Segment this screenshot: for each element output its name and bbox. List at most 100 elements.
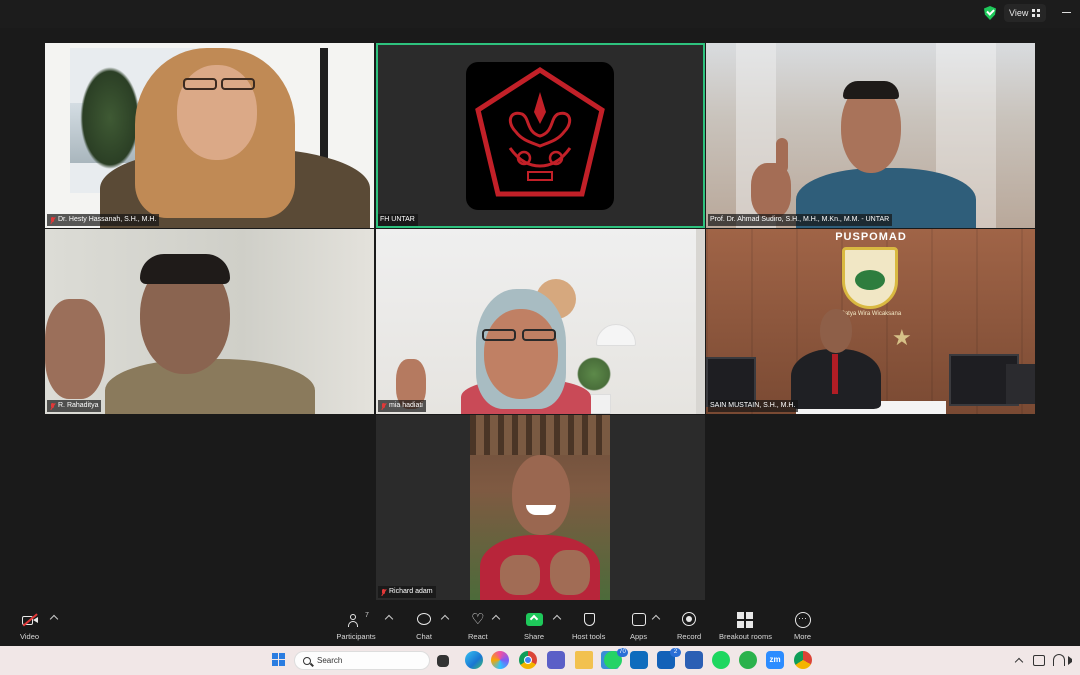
video-tile-active-speaker[interactable]: FH UNTAR (376, 43, 705, 228)
apps-button[interactable]: Apps (630, 612, 647, 641)
video-button[interactable]: Video (20, 612, 39, 641)
gallery-grid-icon (1032, 9, 1041, 17)
apps-options-chevron-icon[interactable] (651, 614, 661, 624)
copilot-icon[interactable] (491, 651, 509, 669)
breakout-rooms-button[interactable]: Breakout rooms (719, 612, 772, 641)
mic-muted-icon (380, 402, 387, 411)
glasses (221, 78, 255, 90)
taskbar-search-input[interactable]: Search (294, 651, 430, 670)
edge-dev-icon[interactable] (739, 651, 757, 669)
participant-name: SAIN MUSTAIN, S.H., M.H. (710, 402, 796, 409)
word-icon[interactable] (685, 651, 703, 669)
more-label: More (794, 632, 812, 641)
meeting-toolbar: Video 7 Participants Chat ♡ React Share … (0, 608, 1080, 646)
edge-icon[interactable] (465, 651, 483, 669)
share-label: Share (524, 632, 545, 641)
untar-emblem-icon (475, 67, 605, 197)
react-button[interactable]: ♡ React (468, 612, 488, 642)
share-button[interactable]: Share (524, 612, 544, 641)
outlook-icon[interactable] (630, 651, 648, 669)
record-label: Record (677, 632, 702, 641)
participants-button[interactable]: 7 Participants (336, 612, 376, 641)
chrome-profile-icon[interactable] (794, 651, 812, 669)
volume-icon[interactable] (1068, 656, 1077, 665)
video-tile[interactable]: mia hadiati (376, 229, 705, 414)
app-badge: 2 (670, 648, 681, 657)
mic-muted-icon (49, 216, 56, 225)
file-explorer-icon[interactable] (575, 651, 593, 669)
more-button[interactable]: ··· More (794, 612, 811, 641)
v-hand-gesture (550, 550, 590, 595)
video-tile[interactable]: PUSPOMAD Satya Wira Wicaksana ★ SAIN MUS… (706, 229, 1035, 414)
emblem-mask-icon (855, 270, 885, 290)
hair (140, 254, 230, 284)
hand-gesture (45, 299, 105, 399)
chat-label: Chat (416, 632, 432, 641)
mic-muted-icon (380, 588, 387, 597)
monitor (1006, 364, 1035, 404)
red-tie (832, 354, 838, 394)
video-tile[interactable]: Dr. Hesty Hassanah, S.H., M.H. (45, 43, 374, 228)
selfie-video (470, 415, 610, 600)
minimize-icon[interactable] (1062, 12, 1071, 13)
shield-icon (581, 612, 597, 628)
windows-start-icon[interactable] (270, 651, 288, 669)
top-bar: View (0, 0, 1080, 28)
participant-name: Richard adam (389, 588, 433, 595)
view-button[interactable]: View (1004, 4, 1046, 22)
video-off-icon (21, 612, 38, 628)
whatsapp-icon[interactable]: 70 (604, 648, 628, 669)
chrome-icon[interactable] (519, 651, 537, 669)
encryption-shield-icon[interactable] (984, 6, 996, 20)
mic-muted-icon (49, 402, 56, 411)
record-icon (681, 612, 697, 628)
participant-name: Prof. Dr. Ahmad Sudiro, S.H., M.H., M.Kn… (710, 216, 890, 223)
participant-name-tag: R. Rahaditya (47, 400, 102, 412)
share-options-chevron-icon[interactable] (552, 614, 562, 624)
chat-button[interactable]: Chat (416, 612, 432, 641)
participants-count: 7 (365, 612, 369, 619)
view-label: View (1009, 8, 1029, 18)
tray-chevron-up-icon[interactable] (1014, 657, 1024, 667)
video-tile[interactable]: Prof. Dr. Ahmad Sudiro, S.H., M.H., M.Kn… (706, 43, 1035, 228)
participant-name: mia hadiati (389, 402, 423, 409)
lens-app-icon[interactable]: 2 (657, 648, 681, 669)
participant-name-tag: Dr. Hesty Hassanah, S.H., M.H. (47, 214, 160, 226)
participant-name-tag: FH UNTAR (378, 214, 418, 226)
military-police-emblem (842, 247, 898, 309)
apps-label: Apps (630, 632, 648, 641)
react-options-chevron-icon[interactable] (491, 614, 501, 624)
video-tile[interactable]: Richard adam (376, 415, 705, 600)
zoom-icon[interactable]: zm (766, 651, 784, 669)
participants-label: Participants (336, 632, 376, 641)
wifi-icon[interactable] (1053, 654, 1065, 666)
share-screen-icon (526, 612, 543, 628)
face (820, 309, 852, 353)
video-options-chevron-icon[interactable] (49, 614, 59, 624)
participant-name-tag: Prof. Dr. Ahmad Sudiro, S.H., M.H., M.Kn… (708, 214, 893, 226)
zoom-meeting-window: View Dr. Hesty Hassanah, S.H., M.H. FH U… (0, 0, 1080, 675)
chat-options-chevron-icon[interactable] (440, 614, 450, 624)
spotify-icon[interactable] (712, 651, 730, 669)
untar-logo (466, 62, 614, 210)
more-ellipsis-icon: ··· (794, 612, 811, 628)
task-view-icon[interactable] (437, 655, 449, 667)
react-label: React (468, 632, 488, 641)
search-icon (303, 656, 311, 665)
record-button[interactable]: Record (677, 612, 701, 641)
face (512, 455, 570, 535)
network-alert-icon[interactable] (1033, 655, 1045, 666)
face (484, 309, 558, 399)
video-tile[interactable]: R. Rahaditya (45, 229, 374, 414)
star-emblem-icon: ★ (892, 325, 912, 350)
patterned-shirt (105, 359, 315, 414)
glasses (522, 329, 556, 341)
video-gallery: Dr. Hesty Hassanah, S.H., M.H. FH UNTAR (0, 28, 1080, 608)
participants-icon: 7 (336, 612, 376, 628)
host-tools-button[interactable]: Host tools (572, 612, 605, 641)
teams-icon[interactable] (547, 651, 565, 669)
whatsapp-badge: 70 (617, 648, 628, 657)
participants-options-chevron-icon[interactable] (384, 614, 394, 624)
desk-lamp (596, 324, 636, 346)
host-tools-label: Host tools (572, 632, 606, 641)
